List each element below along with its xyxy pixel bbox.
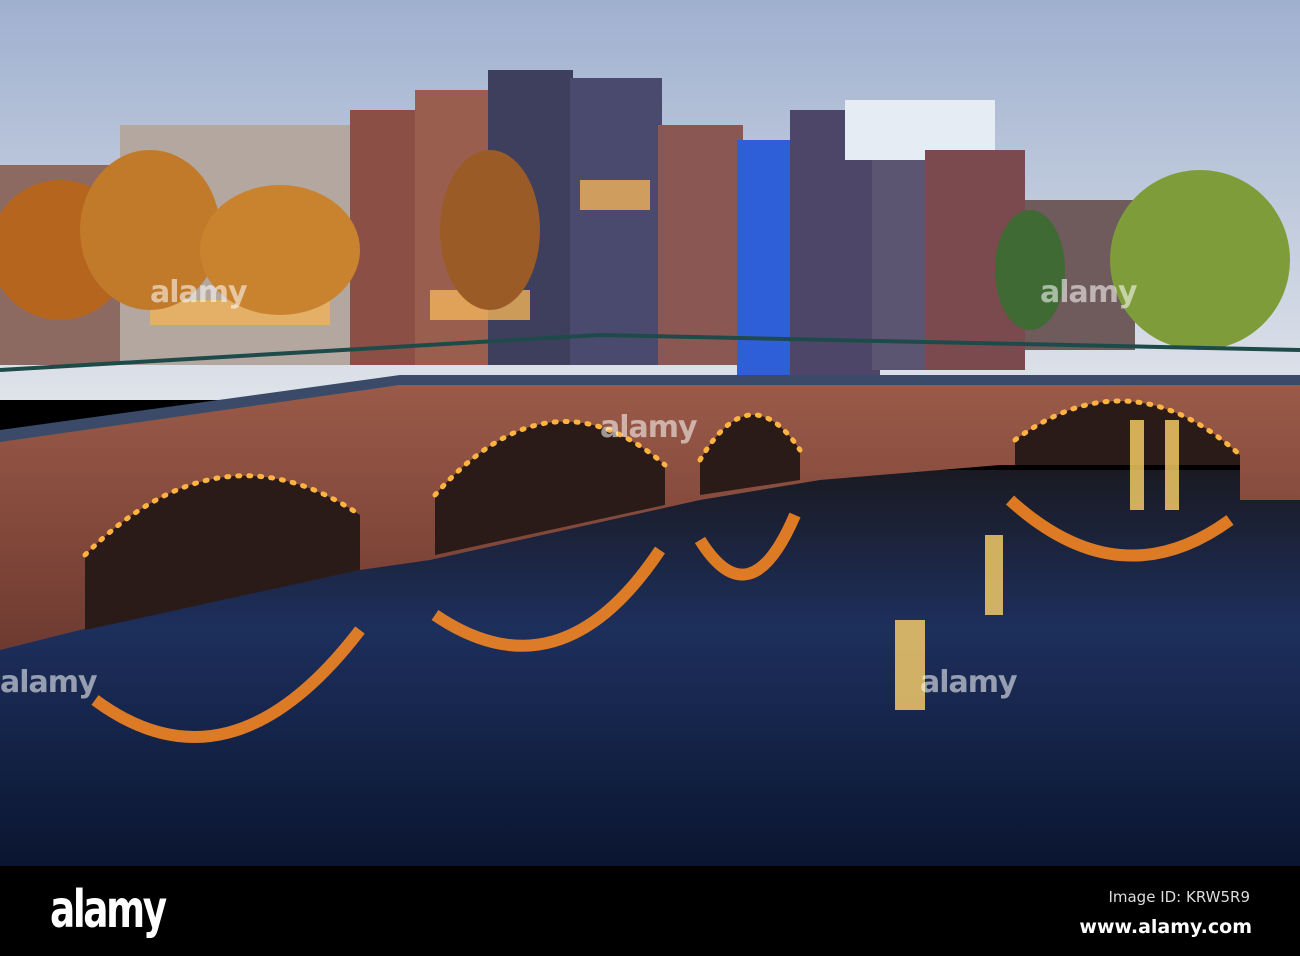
watermark: alamy [0,665,98,700]
alamy-footer: alamy Image ID: KRW5R9 www.alamy.com [0,866,1300,956]
watermark: alamy [1040,275,1138,310]
watermark: alamy [150,275,248,310]
website-link[interactable]: www.alamy.com [1079,916,1252,938]
watermark: alamy [600,410,698,445]
image-id: Image ID: KRW5R9 [1108,888,1250,906]
stock-photo: alamy alamy alamy alamy alamy alamy Imag… [0,0,1300,956]
watermark: alamy [920,665,1018,700]
alamy-logo: alamy [50,880,167,940]
